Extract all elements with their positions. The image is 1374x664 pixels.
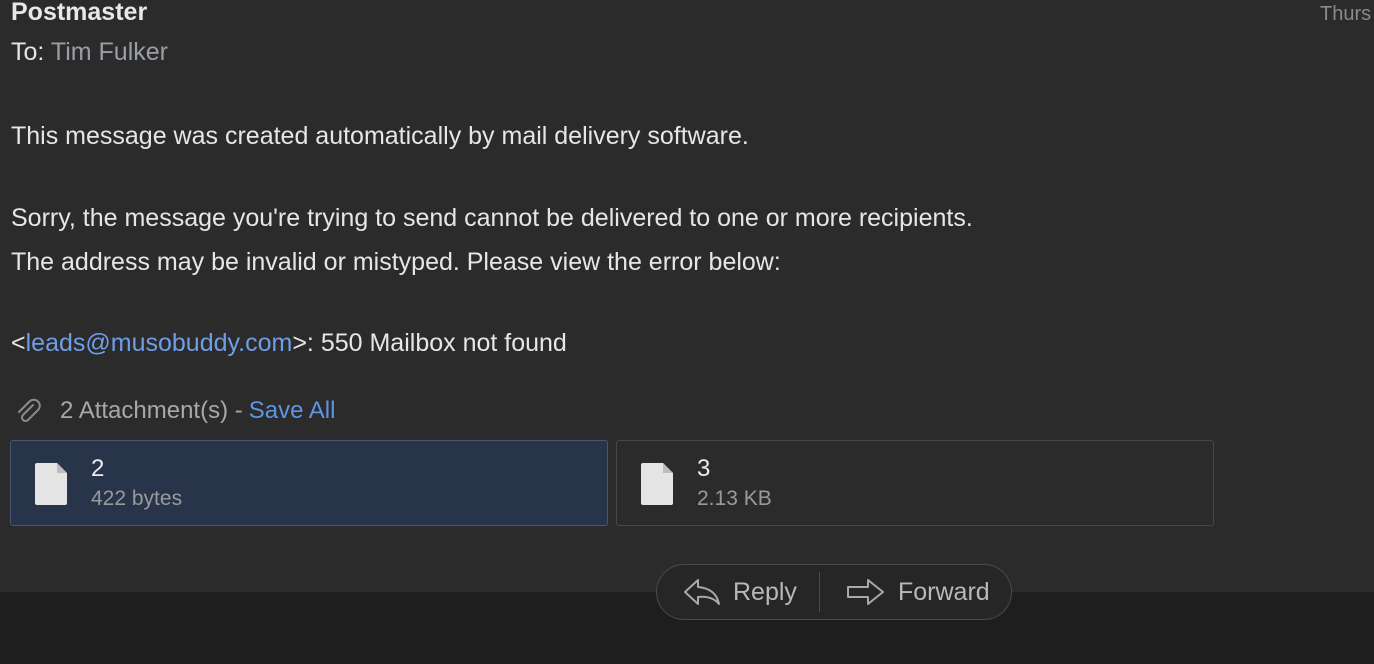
forward-icon: [847, 579, 884, 605]
forward-label: Forward: [898, 577, 990, 606]
error-line: <leads@musobuddy.com>: 550 Mailbox not f…: [11, 328, 567, 358]
error-suffix: >: 550 Mailbox not found: [292, 329, 567, 357]
save-all-link[interactable]: Save All: [249, 397, 336, 425]
attachment-item[interactable]: 3 2.13 KB: [616, 440, 1214, 526]
attachment-size: 2.13 KB: [697, 487, 772, 510]
attachment-name: 3: [697, 455, 711, 482]
forward-button[interactable]: Forward: [820, 565, 990, 619]
attachment-size: 422 bytes: [91, 487, 183, 510]
attachments-header: 2 Attachment(s) - Save All: [14, 395, 335, 427]
reply-icon: [684, 579, 720, 605]
attachment-name: 2: [91, 455, 105, 482]
sender-name: Postmaster: [11, 0, 148, 26]
message-date: Thurs: [1320, 3, 1372, 25]
reply-forward-bar: Reply Forward: [656, 564, 1012, 620]
file-icon: [641, 463, 673, 505]
body-line-2: Sorry, the message you're trying to send…: [11, 204, 973, 232]
to-label: To:: [11, 38, 45, 66]
reply-button[interactable]: Reply: [657, 565, 819, 619]
to-line: To: Tim Fulker: [11, 37, 168, 67]
error-email-link[interactable]: leads@musobuddy.com: [26, 329, 293, 357]
reply-label: Reply: [733, 577, 797, 606]
body-line-1: This message was created automatically b…: [11, 122, 749, 150]
paperclip-icon: [18, 398, 41, 423]
body-line-3: The address may be invalid or mistyped. …: [11, 248, 781, 276]
file-icon: [35, 463, 67, 505]
recipient-name[interactable]: Tim Fulker: [51, 38, 168, 66]
attachments-summary: 2 Attachment(s) -: [60, 397, 243, 424]
error-prefix: <: [11, 329, 26, 357]
attachment-item[interactable]: 2 422 bytes: [10, 440, 608, 526]
email-reading-pane: Postmaster Thurs To: Tim Fulker This mes…: [0, 0, 1374, 592]
